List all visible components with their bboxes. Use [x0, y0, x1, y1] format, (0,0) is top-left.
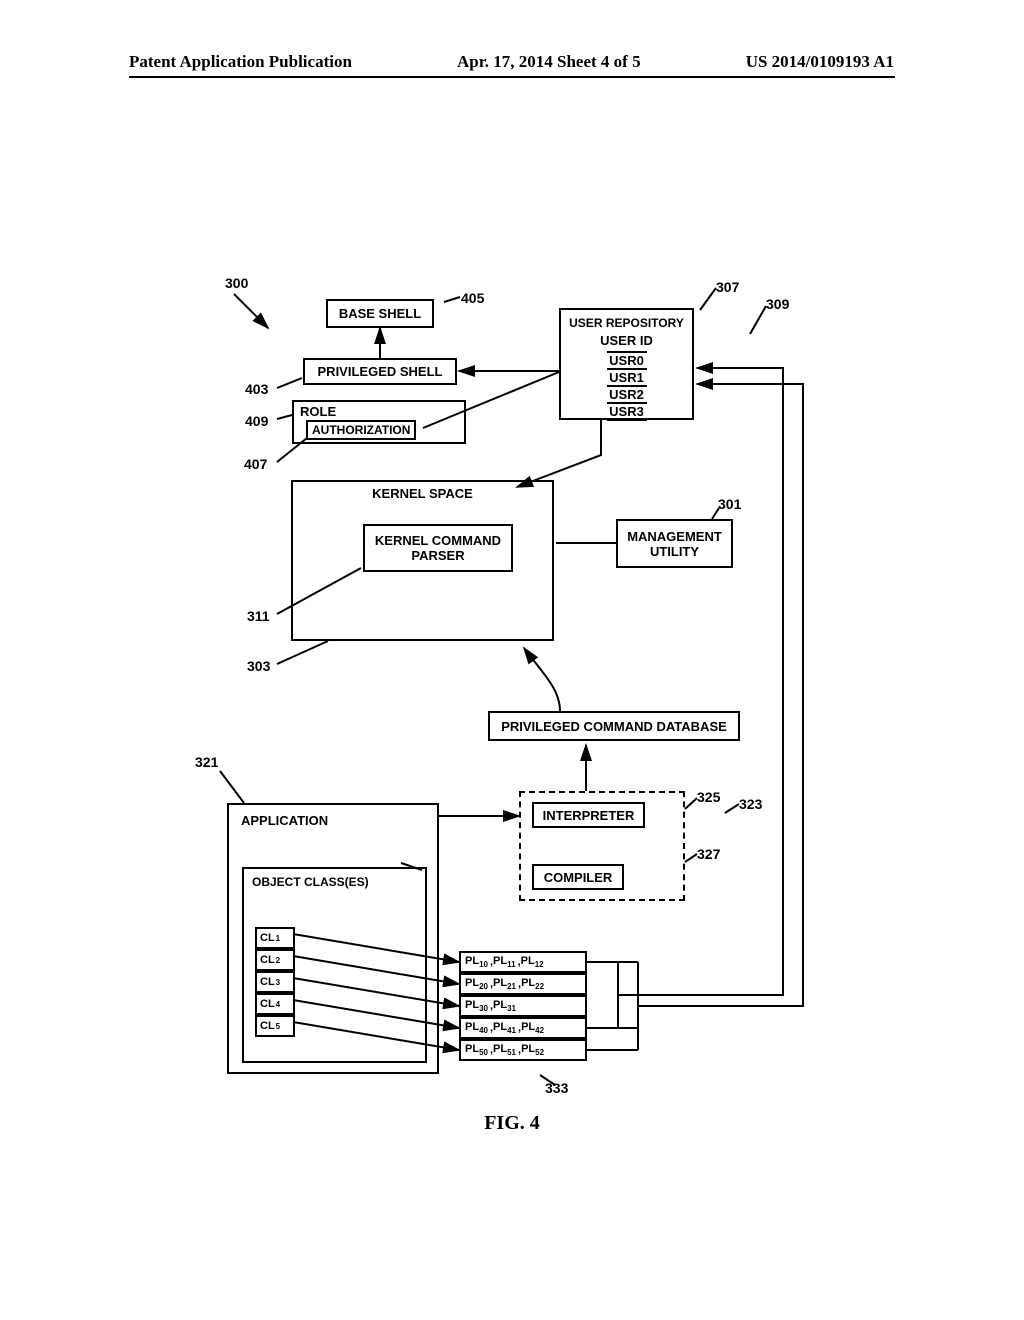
ref-321: 321 — [195, 754, 218, 770]
box-role: ROLE AUTHORIZATION — [292, 400, 466, 444]
usr1: USR1 — [607, 368, 647, 385]
cl5: CL5 — [255, 1015, 295, 1037]
box-application: APPLICATION OBJECT CLASS(ES) CL1 CL2 CL3… — [227, 803, 439, 1074]
ref-309: 309 — [766, 296, 789, 312]
box-priv-cmd-db: PRIVILEGED COMMAND DATABASE — [488, 711, 740, 741]
header-center: Apr. 17, 2014 Sheet 4 of 5 — [457, 52, 641, 72]
box-user-repository: USER REPOSITORY USER ID USR0 USR1 USR2 U… — [559, 308, 694, 420]
application-title: APPLICATION — [241, 813, 328, 828]
ref-300: 300 — [225, 275, 248, 291]
pl-row-1: PL10, PL11, PL12 — [459, 951, 587, 973]
ref-409: 409 — [245, 413, 268, 429]
box-priv-shell: PRIVILEGED SHELL — [303, 358, 457, 385]
kernel-space-title: KERNEL SPACE — [293, 486, 552, 501]
box-kernel-parser: KERNEL COMMAND PARSER — [363, 524, 513, 572]
box-compiler: COMPILER — [532, 864, 624, 890]
cl2: CL2 — [255, 949, 295, 971]
cl3: CL3 — [255, 971, 295, 993]
box-authorization: AUTHORIZATION — [306, 420, 416, 440]
ref-311: 311 — [247, 608, 270, 624]
ref-323: 323 — [739, 796, 762, 812]
user-id-label: USER ID — [600, 333, 653, 348]
box-kernel-space: KERNEL SPACE KERNEL COMMAND PARSER — [291, 480, 554, 641]
figure-caption: FIG. 4 — [0, 1112, 1024, 1135]
usr2: USR2 — [607, 385, 647, 402]
ref-325: 325 — [697, 789, 720, 805]
object-classes-title: OBJECT CLASS(ES) — [252, 875, 369, 889]
ref-303: 303 — [247, 658, 270, 674]
page-header: Patent Application Publication Apr. 17, … — [129, 52, 894, 72]
cl1: CL1 — [255, 927, 295, 949]
pl-row-5: PL50, PL51, PL52 — [459, 1039, 587, 1061]
header-left: Patent Application Publication — [129, 52, 352, 72]
box-interpreter: INTERPRETER — [532, 802, 645, 828]
pl-row-2: PL20, PL21, PL22 — [459, 973, 587, 995]
ref-403: 403 — [245, 381, 268, 397]
usr3: USR3 — [607, 402, 647, 421]
ref-301: 301 — [718, 496, 741, 512]
ref-327: 327 — [697, 846, 720, 862]
pl-row-4: PL40, PL41, PL42 — [459, 1017, 587, 1039]
cl4: CL4 — [255, 993, 295, 1015]
box-mgmt-utility: MANAGEMENT UTILITY — [616, 519, 733, 568]
header-rule — [129, 76, 895, 78]
ref-307: 307 — [716, 279, 739, 295]
ref-405: 405 — [461, 290, 484, 306]
role-label: ROLE — [300, 404, 336, 419]
box-base-shell: BASE SHELL — [326, 299, 434, 328]
usr0: USR0 — [607, 351, 647, 368]
ref-333: 333 — [545, 1080, 568, 1096]
ref-407: 407 — [244, 456, 267, 472]
pl-row-3: PL30, PL31 — [459, 995, 587, 1017]
user-repo-title: USER REPOSITORY — [569, 316, 684, 330]
box-object-classes: OBJECT CLASS(ES) CL1 CL2 CL3 CL4 CL5 — [242, 867, 427, 1063]
header-right: US 2014/0109193 A1 — [746, 52, 894, 72]
